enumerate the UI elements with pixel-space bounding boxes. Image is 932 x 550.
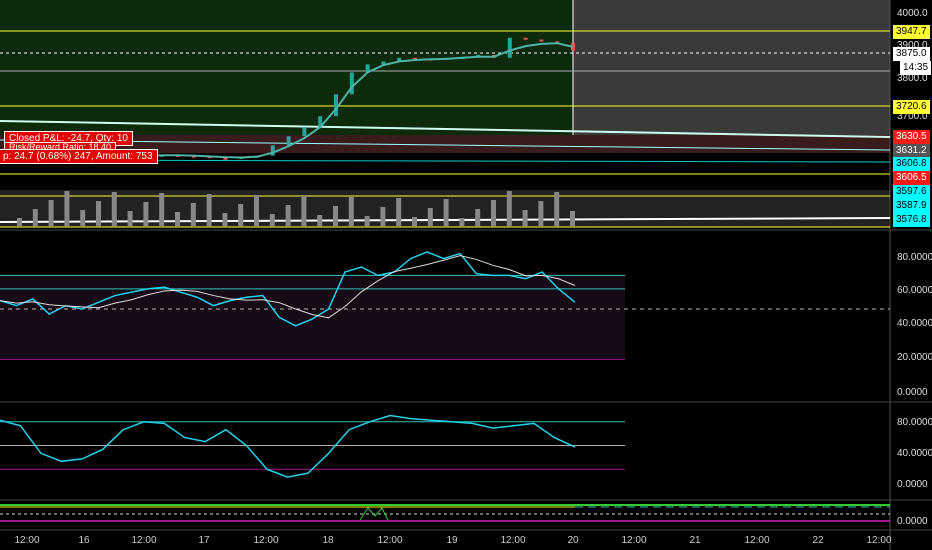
chart-svg[interactable] xyxy=(0,0,932,550)
volume-bar xyxy=(238,204,244,226)
volume-bar xyxy=(80,210,86,226)
rsi-tick: 0.0000 xyxy=(897,387,928,398)
stoch-tick: 80.0000 xyxy=(897,417,932,428)
volume-bar xyxy=(427,208,433,226)
volume-bar xyxy=(143,202,149,226)
rsi-band xyxy=(0,275,625,360)
stoch-tick: 40.0000 xyxy=(897,448,932,459)
osc-tick: 0.0000 xyxy=(897,516,928,527)
price-label: 3630.5 xyxy=(893,130,930,144)
price-label: 3597.6 xyxy=(893,185,930,199)
time-tick: 22 xyxy=(812,535,824,546)
volume-bar xyxy=(348,197,354,226)
price-candle xyxy=(302,127,307,137)
volume-bar xyxy=(538,201,544,226)
price-label: 3587.9 xyxy=(893,199,930,213)
volume-bar xyxy=(190,203,196,226)
volume-bar xyxy=(522,210,528,226)
volume-bar xyxy=(333,206,338,226)
price-candle xyxy=(349,72,354,95)
price-candle xyxy=(523,37,528,40)
time-tick: 12:00 xyxy=(866,535,892,546)
volume-bar xyxy=(269,214,275,226)
volume-bar xyxy=(127,211,133,226)
volume-bar xyxy=(64,191,70,226)
rsi-tick: 80.0000 xyxy=(897,252,932,263)
volume-bar xyxy=(396,198,402,226)
volume-bar xyxy=(317,215,323,226)
rsi-tick: 60.0000 xyxy=(897,285,932,296)
rsi-tick: 40.0000 xyxy=(897,318,932,329)
time-tick: 19 xyxy=(446,535,458,546)
price-label: 3947.7 xyxy=(893,25,930,39)
volume-bar xyxy=(48,200,54,226)
time-tick: 12:00 xyxy=(377,535,403,546)
time-tick: 16 xyxy=(78,535,90,546)
price-candle xyxy=(286,136,291,146)
price-tick: 4000.0 xyxy=(897,8,928,19)
time-tick: 12:00 xyxy=(253,535,279,546)
chart-area[interactable]: 4000.0 3900.0 3800.0 3700.0 3947.7 3875.… xyxy=(0,0,932,550)
future-zone xyxy=(573,0,890,135)
stoch-k-line xyxy=(0,414,576,478)
volume-bar xyxy=(222,213,228,226)
stoch-tick: 0.0000 xyxy=(897,479,928,490)
price-label: 3631.2 xyxy=(893,144,930,158)
volume-bar xyxy=(570,211,575,226)
volume-bar xyxy=(285,205,291,226)
price-label: 3875.0 xyxy=(893,47,930,61)
volume-bar xyxy=(175,212,180,226)
volume-bar xyxy=(32,209,38,226)
price-candle xyxy=(507,37,512,58)
countdown-label: 14:35 xyxy=(900,61,932,75)
volume-bar xyxy=(412,217,417,226)
volume-bar xyxy=(459,218,465,226)
volume-bar xyxy=(159,193,165,226)
volume-bar xyxy=(443,199,449,226)
time-tick: 12:00 xyxy=(500,535,526,546)
volume-bar xyxy=(206,194,212,226)
volume-bar xyxy=(254,195,259,226)
profit-amount-label: p: 24.7 (0.68%) 247, Amount: 753 xyxy=(0,149,158,164)
volume-bar xyxy=(111,192,117,226)
volume-bar xyxy=(17,218,22,226)
time-tick: 12:00 xyxy=(131,535,157,546)
time-tick: 12:00 xyxy=(14,535,40,546)
volume-bar xyxy=(554,192,560,226)
volume-bar xyxy=(491,200,496,226)
time-tick: 21 xyxy=(689,535,701,546)
profit-zone xyxy=(0,0,573,135)
price-candle xyxy=(334,94,338,117)
price-candle xyxy=(539,39,544,42)
volume-bar xyxy=(301,196,307,226)
volume-bar xyxy=(475,209,481,226)
volume-bar xyxy=(380,207,386,226)
price-label: 3606.8 xyxy=(893,157,930,171)
time-tick: 12:00 xyxy=(621,535,647,546)
time-tick: 20 xyxy=(567,535,579,546)
time-tick: 18 xyxy=(322,535,334,546)
price-label: 3576.8 xyxy=(893,213,930,227)
time-tick: 17 xyxy=(198,535,210,546)
price-label: 3720.6 xyxy=(893,100,930,114)
volume-bar xyxy=(364,216,370,226)
rsi-tick: 20.0000 xyxy=(897,352,932,363)
volume-bar xyxy=(506,191,512,226)
volume-bar xyxy=(96,201,101,226)
time-tick: 12:00 xyxy=(744,535,770,546)
price-label: 3606.5 xyxy=(893,171,930,185)
